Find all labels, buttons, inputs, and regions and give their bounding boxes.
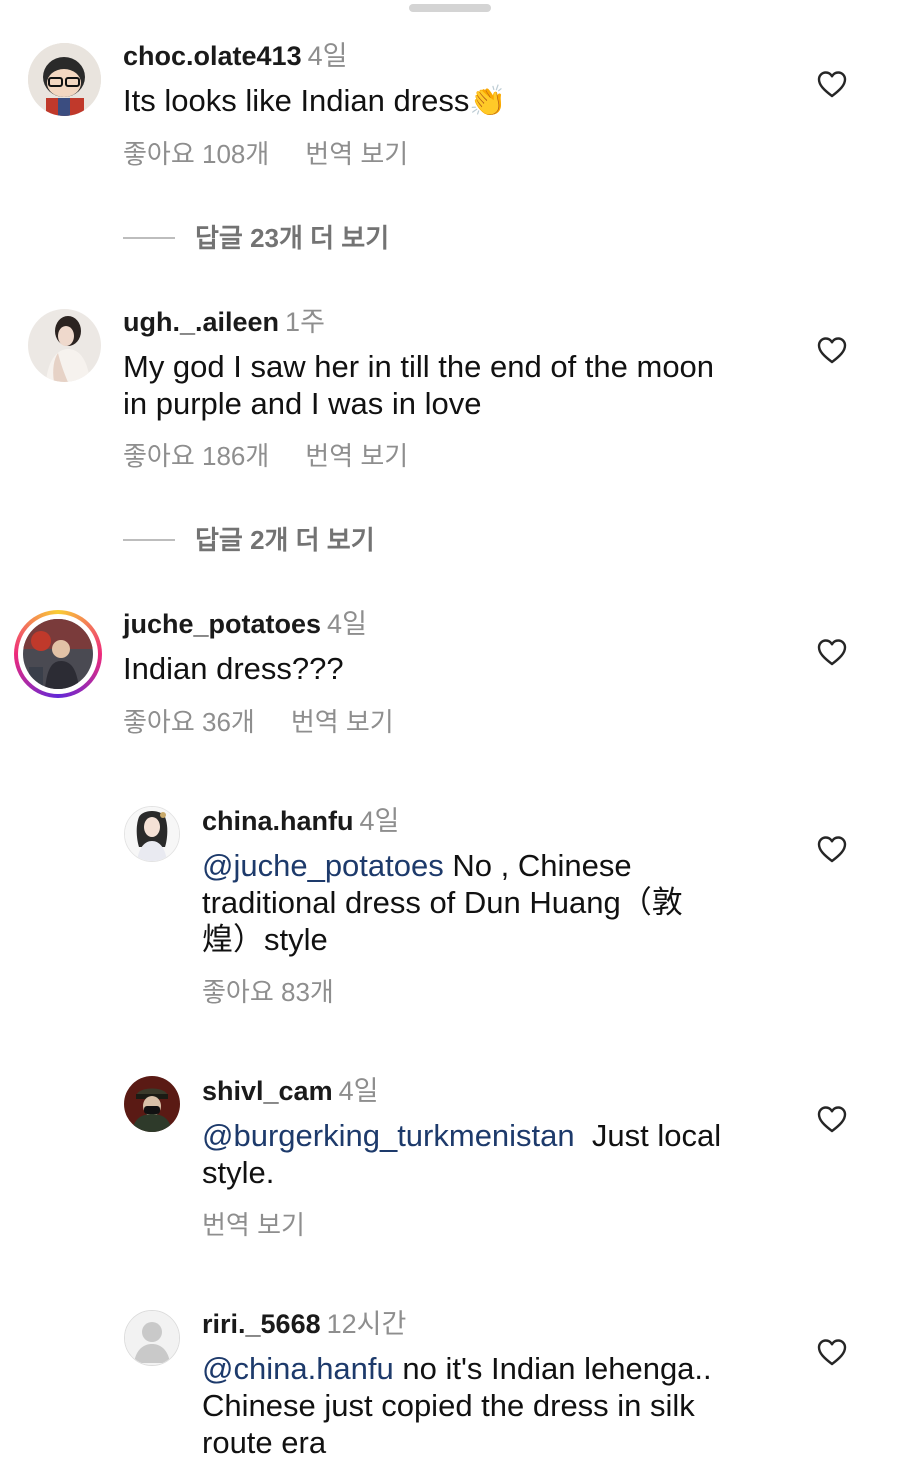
reply-text: no it's Indian lehenga.. (393, 1351, 712, 1386)
username[interactable]: choc.olate413 (123, 41, 302, 71)
likes-count[interactable]: 좋아요 186개 (123, 441, 269, 471)
comment-text: Its looks like Indian dress (123, 83, 470, 118)
username[interactable]: ugh._.aileen (123, 307, 279, 337)
username[interactable]: shivl_cam (202, 1076, 333, 1106)
clapping-hands-emoji: 👏 (469, 85, 507, 118)
divider-line (123, 539, 175, 541)
translate-link[interactable]: 번역 보기 (291, 707, 394, 737)
comment-text: Indian dress??? (123, 651, 344, 686)
timestamp: 4일 (307, 41, 348, 71)
reply-text-line: route era (202, 1425, 327, 1460)
timestamp: 4일 (359, 806, 400, 836)
view-more-replies-button[interactable]: 답글 23개 더 보기 (123, 222, 389, 254)
timestamp: 12시간 (326, 1309, 407, 1339)
username[interactable]: juche_potatoes (123, 609, 321, 639)
translate-link[interactable]: 번역 보기 (305, 441, 408, 471)
reply-text-line: style. (202, 1155, 275, 1190)
reply-text-line: Chinese just copied the dress in silk (202, 1388, 695, 1423)
comment-text-line: in purple and I was in love (123, 386, 482, 421)
avatar[interactable] (28, 309, 101, 382)
likes-count[interactable]: 좋아요 83개 (202, 977, 334, 1007)
comment-text-line: My god I saw her in till the end of the … (123, 349, 715, 384)
heart-icon[interactable] (816, 637, 848, 667)
sheet-drag-handle[interactable] (409, 4, 491, 12)
default-avatar-icon[interactable] (124, 1310, 180, 1366)
mention-link[interactable]: @juche_potatoes (202, 848, 444, 883)
view-more-replies-label: 답글 23개 더 보기 (195, 223, 390, 253)
reply-text: Just local (574, 1118, 722, 1153)
avatar[interactable] (28, 43, 101, 116)
mention-link[interactable]: @burgerking_turkmenistan (202, 1118, 575, 1153)
avatar[interactable] (124, 806, 180, 862)
heart-icon[interactable] (816, 1104, 848, 1134)
translate-link[interactable]: 번역 보기 (202, 1210, 305, 1240)
view-more-replies-label: 답글 2개 더 보기 (195, 525, 375, 555)
avatar[interactable] (124, 1076, 180, 1132)
timestamp: 4일 (327, 609, 367, 639)
translate-link[interactable]: 번역 보기 (305, 139, 408, 169)
likes-count[interactable]: 좋아요 108개 (123, 139, 269, 169)
heart-icon[interactable] (816, 335, 848, 365)
heart-icon[interactable] (816, 1337, 848, 1367)
reply-text: No , Chinese (443, 848, 632, 883)
timestamp: 1주 (285, 307, 325, 337)
divider-line (123, 237, 175, 239)
view-more-replies-button[interactable]: 답글 2개 더 보기 (123, 524, 375, 556)
likes-count[interactable]: 좋아요 36개 (123, 707, 255, 737)
username[interactable]: riri._5668 (202, 1309, 321, 1339)
reply-text-line: 煌）style (202, 922, 328, 957)
mention-link[interactable]: @china.hanfu (202, 1351, 394, 1386)
timestamp: 4일 (338, 1076, 379, 1106)
heart-icon[interactable] (816, 69, 848, 99)
username[interactable]: china.hanfu (202, 806, 354, 836)
avatar (23, 619, 93, 689)
avatar-story-ring[interactable] (14, 610, 102, 698)
reply-text-line: traditional dress of Dun Huang（敦 (202, 885, 683, 920)
heart-icon[interactable] (816, 834, 848, 864)
